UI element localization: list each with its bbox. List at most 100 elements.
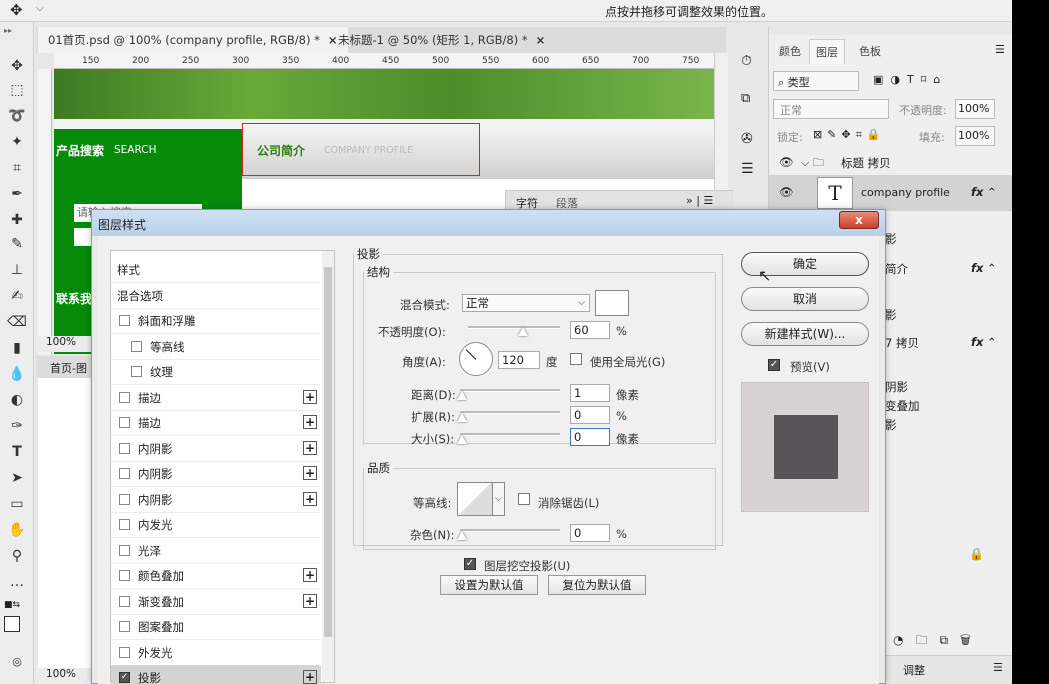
style-checkbox[interactable] <box>131 366 142 377</box>
lasso-icon[interactable]: ➰ <box>6 106 28 126</box>
history-icon[interactable]: ⏱ <box>741 53 752 69</box>
style-row[interactable]: 样式 <box>111 257 321 283</box>
dodge-icon[interactable]: ◐ <box>6 390 28 410</box>
angle-dial[interactable] <box>459 342 493 376</box>
tab-adjustments[interactable]: 调整 <box>903 662 925 678</box>
tab-swatches[interactable]: 色板 <box>859 43 881 59</box>
opacity-slider[interactable] <box>468 326 560 329</box>
layer-row-text[interactable]: 👁 T company profile fx ⌃ <box>769 175 1012 211</box>
tab-color[interactable]: 颜色 <box>779 43 801 59</box>
add-effect-icon[interactable]: + <box>303 415 317 429</box>
move-tool-icon[interactable]: ✥ <box>10 1 23 19</box>
style-checkbox[interactable] <box>119 493 130 505</box>
scrollbar-thumb[interactable] <box>324 267 332 637</box>
style-row[interactable]: 内发光 <box>111 512 321 538</box>
crop-icon[interactable]: ⌗ <box>6 158 28 178</box>
style-checkbox[interactable] <box>119 391 130 403</box>
add-effect-icon[interactable]: + <box>303 568 317 582</box>
healing-icon[interactable]: ✚ <box>6 210 28 230</box>
tab-layers[interactable]: 图层 <box>809 39 845 64</box>
chevron-up-icon[interactable]: ⌃ <box>987 185 997 199</box>
preview-checkbox[interactable]: ✓ <box>768 359 780 371</box>
size-slider-thumb[interactable] <box>457 435 467 444</box>
new-style-button[interactable]: 新建样式(W)... <box>741 322 869 346</box>
stamp-icon[interactable]: ⊥ <box>6 260 28 280</box>
zoom-icon[interactable]: ⚲ <box>6 546 28 566</box>
style-checkbox[interactable] <box>119 442 130 454</box>
style-checkbox[interactable] <box>119 544 130 556</box>
style-checkbox[interactable] <box>119 570 130 581</box>
close-icon[interactable]: × <box>536 33 546 47</box>
move-icon[interactable]: ✥ <box>6 56 28 76</box>
eye-icon[interactable]: 👁 <box>779 185 794 199</box>
style-row[interactable]: 斜面和浮雕 <box>111 308 321 334</box>
add-effect-icon[interactable]: + <box>303 389 317 404</box>
chevron-down-icon[interactable]: ⌵ <box>493 482 505 516</box>
rectangle-icon[interactable]: ▭ <box>6 494 28 514</box>
quick-mask-icon[interactable]: ◎ <box>6 652 28 672</box>
eraser-icon[interactable]: ⌫ <box>6 312 28 332</box>
chevron-down-icon[interactable]: ⌵ <box>36 3 44 14</box>
collapse-icon[interactable]: ▸▸ <box>4 26 12 35</box>
path-select-icon[interactable]: ➤ <box>6 468 28 488</box>
style-row[interactable]: 描边 + <box>111 385 321 411</box>
tab-doc-1[interactable]: 01首页.psd @ 100% (company profile, RGB/8)… <box>38 27 348 53</box>
distance-input[interactable]: 1 <box>570 384 610 402</box>
blend-mode-select[interactable]: 正常 ⌵ <box>462 294 590 312</box>
fx-badge[interactable]: fx <box>971 261 983 275</box>
more-tools-icon[interactable]: … <box>6 572 28 592</box>
chevron-up-icon[interactable]: ⌃ <box>987 335 997 349</box>
style-row[interactable]: 渐变叠加 + <box>111 589 321 615</box>
style-checkbox[interactable] <box>119 621 130 632</box>
magic-wand-icon[interactable]: ✦ <box>6 132 28 152</box>
blend-mode-select[interactable]: 正常 <box>773 99 889 119</box>
lock-icons[interactable]: ⊠✎✥⌗🔒 <box>813 128 886 142</box>
panel-menu-icon[interactable]: ☰ <box>993 661 1003 674</box>
hand-icon[interactable]: ✋ <box>6 520 28 540</box>
filter-icons[interactable]: ▣◑T⌑⌂ <box>873 73 947 86</box>
opacity-slider-thumb[interactable] <box>518 327 528 336</box>
pen-icon[interactable]: ✑ <box>6 416 28 436</box>
spread-slider[interactable] <box>460 411 560 414</box>
history-brush-icon[interactable]: ✍ <box>6 286 28 306</box>
marquee-icon[interactable]: ⬚ <box>6 80 28 100</box>
global-light-checkbox[interactable] <box>570 353 582 365</box>
size-slider[interactable] <box>460 433 560 436</box>
reset-default-button[interactable]: 复位为默认值 <box>548 575 646 595</box>
noise-slider[interactable] <box>460 529 560 532</box>
style-row[interactable]: 颜色叠加 + <box>111 563 321 589</box>
noise-input[interactable]: 0 <box>570 524 610 542</box>
layer-footer-icons[interactable]: ◔🗀⧉🗑 <box>893 631 983 652</box>
distance-slider-thumb[interactable] <box>457 391 467 400</box>
antialias-checkbox[interactable] <box>518 493 530 505</box>
style-row[interactable]: 光泽 <box>111 538 321 564</box>
eyedropper-icon[interactable]: ✒ <box>6 184 28 204</box>
style-row[interactable]: 描边 + <box>111 410 321 436</box>
noise-slider-thumb[interactable] <box>457 531 467 540</box>
style-list-scrollbar[interactable] <box>322 251 334 682</box>
style-checkbox[interactable] <box>119 315 130 326</box>
fx-badge[interactable]: fx <box>971 335 983 349</box>
style-checkbox[interactable]: ✓ <box>119 672 130 683</box>
properties-icon[interactable]: ⧉ <box>741 91 750 106</box>
style-checkbox[interactable] <box>119 646 130 658</box>
style-row[interactable]: 纹理 <box>111 359 321 385</box>
style-row[interactable]: 内阴影 + <box>111 487 321 513</box>
layer-filter-select[interactable]: ⌕ 类型 <box>773 71 859 91</box>
tab-second-doc[interactable]: 首页-图 <box>36 356 92 378</box>
distance-slider[interactable] <box>460 389 560 392</box>
spread-slider-thumb[interactable] <box>457 413 467 422</box>
style-row[interactable]: 内阴影 + <box>111 436 321 462</box>
opacity-input[interactable]: 60 <box>570 321 610 339</box>
blur-icon[interactable]: 💧 <box>6 364 28 384</box>
panel-expand-icon[interactable]: » | ☰ <box>686 194 713 207</box>
style-checkbox[interactable] <box>119 468 130 479</box>
tab-doc-2[interactable]: 未标题-1 @ 50% (矩形 1, RGB/8) * × <box>328 27 555 53</box>
style-row[interactable]: 内阴影 + <box>111 461 321 487</box>
panel-menu-icon[interactable]: ☰ <box>995 43 1005 56</box>
eye-icon[interactable]: 👁 <box>779 155 794 169</box>
angle-input[interactable]: 120 <box>498 351 540 369</box>
adjust-sliders-icon[interactable]: ☰ <box>741 161 754 177</box>
opacity-input[interactable]: 100% <box>955 99 995 119</box>
close-button[interactable]: x <box>839 211 879 229</box>
